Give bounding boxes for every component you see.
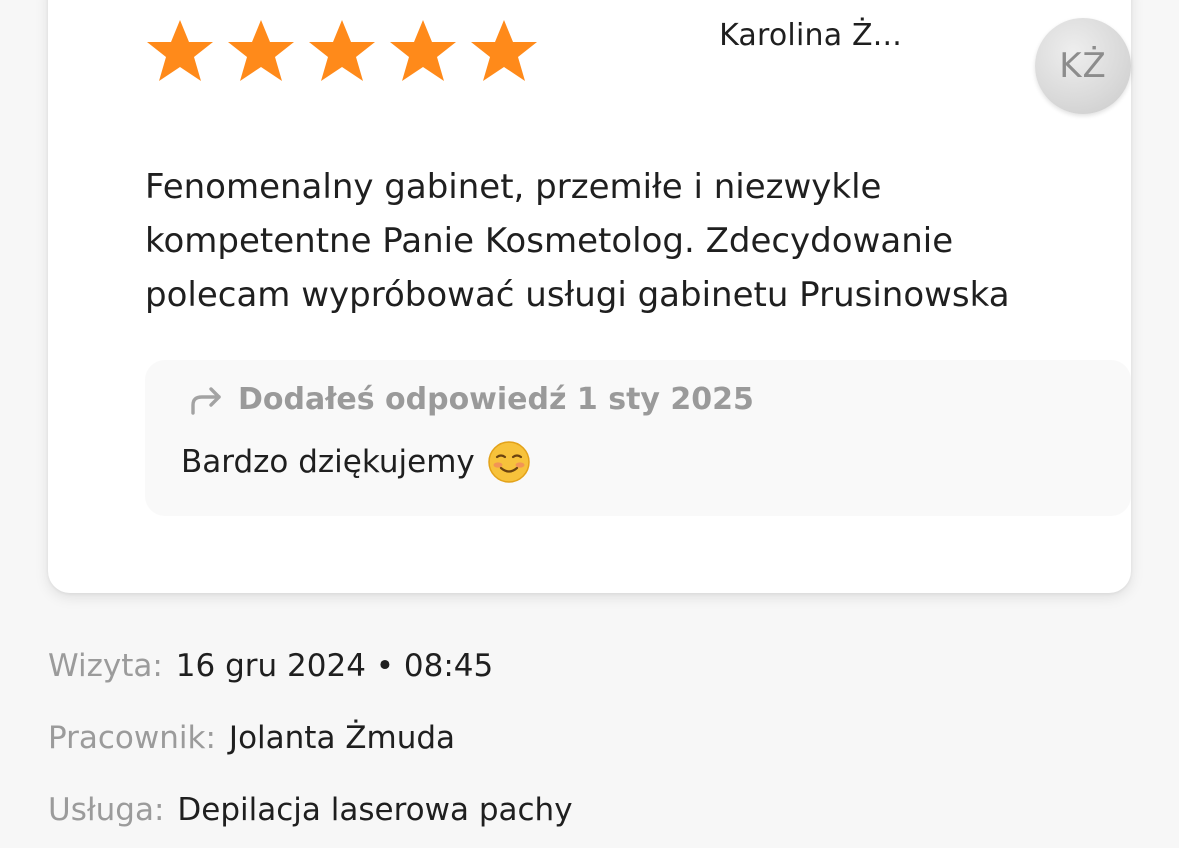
star-icon [468,18,540,84]
author-name: Karolina Ż... [719,18,902,53]
service-row: Usługa: Depilacja laserowa pachy [48,792,573,848]
avatar[interactable]: KŻ [1035,18,1131,114]
smiling-face-icon [487,440,531,484]
visit-details: Wizyta: 16 gru 2024 • 08:45 Pracownik: J… [48,648,573,848]
reply-arrow-icon [188,385,224,415]
star-icon [225,18,297,84]
owner-reply[interactable]: Dodałeś odpowiedź 1 sty 2025 Bardzo dzię… [145,360,1131,516]
reply-header: Dodałeś odpowiedź 1 sty 2025 [188,382,754,417]
employee-label: Pracownik: [48,720,216,756]
review-card: Karolina Ż... KŻ Fenomenalny gabinet, pr… [48,0,1131,593]
star-icon [306,18,378,84]
visit-label: Wizyta: [48,648,163,684]
star-icon [144,18,216,84]
review-detail-page: Karolina Ż... KŻ Fenomenalny gabinet, pr… [0,0,1179,848]
service-value: Depilacja laserowa pachy [177,792,573,828]
employee-value: Jolanta Żmuda [228,720,456,756]
star-rating [144,18,549,84]
reply-text: Bardzo dziękujemy [181,444,475,480]
reply-text-row: Bardzo dziękujemy [181,440,531,484]
visit-value: 16 gru 2024 • 08:45 [175,648,494,684]
star-icon [387,18,459,84]
employee-row: Pracownik: Jolanta Żmuda [48,720,573,792]
service-label: Usługa: [48,792,165,828]
review-text: Fenomenalny gabinet, przemiłe i niezwykl… [145,167,1010,315]
reply-meta: Dodałeś odpowiedź 1 sty 2025 [238,382,754,417]
visit-row: Wizyta: 16 gru 2024 • 08:45 [48,648,573,720]
